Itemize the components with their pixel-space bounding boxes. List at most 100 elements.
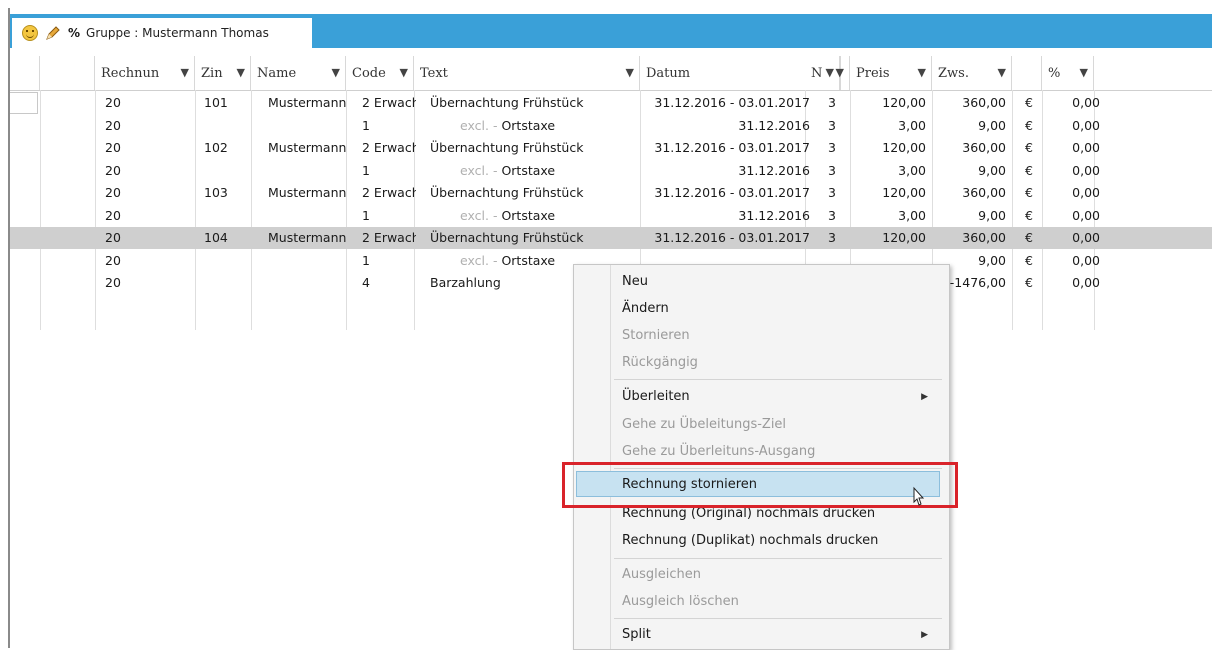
cell-cur: € — [1025, 117, 1033, 133]
smiley-icon — [22, 25, 38, 41]
menu-item-ausgleichen[interactable]: Ausgleichen — [610, 562, 940, 588]
filter-icon[interactable]: ▼ — [626, 66, 634, 79]
menu-item-rueckgaengig[interactable]: Rückgängig — [610, 350, 940, 376]
header-currency — [1012, 56, 1042, 90]
cell-pct: 0,00 — [1072, 162, 1100, 178]
cell-datum: 31.12.2016 — [738, 207, 810, 223]
cell-code: 2 Erwach — [362, 230, 416, 245]
cell-zimmer: 102 — [204, 140, 228, 155]
cell-zimmer — [204, 115, 248, 137]
excl-label: excl. - — [460, 162, 498, 178]
header-rowselector — [10, 56, 40, 90]
header-rechnung[interactable]: Rechnun ▼ — [95, 56, 195, 90]
cell-zws: 9,00 — [978, 207, 1006, 223]
menu-item-rechnung-duplikat[interactable]: Rechnung (Duplikat) nochmals drucken — [610, 528, 940, 554]
tab-percent: % — [68, 26, 81, 40]
pencil-icon — [44, 24, 62, 42]
cell-preis: 3,00 — [898, 117, 926, 133]
filter-icon[interactable]: ▼ — [400, 66, 408, 79]
table-row[interactable]: 20 1 excl. - Ortstaxe 31.12.2016 3 3,00 9,00 €0… — [10, 205, 1212, 227]
cell-code: 1 — [362, 162, 370, 178]
cell-cur: € — [1025, 185, 1033, 200]
table-row[interactable]: 20 1 excl. - Ortstaxe 31.12.2016 3 3,00 9,00 €0… — [10, 115, 1212, 137]
table-row[interactable]: 20 104 Mustermann 2 Erwach Übernachtung Früh… — [10, 227, 1212, 249]
menu-item-ausgleich-loeschen[interactable]: Ausgleich löschen — [610, 589, 940, 615]
cell-text: Übernachtung Frühstück — [430, 185, 584, 200]
filter-icon[interactable]: ▼ — [998, 66, 1006, 79]
cell-datum: 31.12.2016 - 03.01.2017 — [654, 95, 810, 110]
cell-text: Übernachtung Frühstück — [430, 230, 584, 245]
filter-icon[interactable]: ▼ — [332, 66, 340, 79]
table-row[interactable]: 20 101 Mustermann 2 Erwach Übernachtung Früh… — [10, 92, 1212, 114]
cell-preis: 3,00 — [898, 207, 926, 223]
cell-code: 2 Erwach — [362, 95, 416, 110]
tab-gruppe[interactable]: % Gruppe : Mustermann Thomas — [12, 18, 312, 48]
header-percent[interactable]: % ▼ — [1042, 56, 1094, 90]
cell-pct: 0,00 — [1072, 275, 1100, 290]
row-selector[interactable] — [10, 92, 38, 114]
menu-item-ueberleiten[interactable]: Überleiten ▶ — [610, 384, 940, 410]
filter-icon[interactable]: ▼ — [836, 66, 844, 79]
header-zimmer[interactable]: Zin ▼ — [195, 56, 251, 90]
cell-n: 3 — [828, 95, 836, 110]
cell-pct: 0,00 — [1072, 140, 1100, 155]
context-menu: Neu Ändern Stornieren Rückgängig Überlei… — [573, 264, 950, 650]
header-code[interactable]: Code ▼ — [346, 56, 414, 90]
cell-n: 3 — [828, 117, 836, 133]
cell-zimmer — [204, 250, 248, 272]
text-label: Ortstaxe — [501, 162, 556, 178]
cell-datum: 31.12.2016 - 03.01.2017 — [654, 230, 810, 245]
cell-text: excl. - Ortstaxe — [430, 205, 640, 227]
cell-code: 1 — [362, 117, 370, 133]
header-blank — [40, 56, 95, 90]
cell-name — [268, 250, 348, 272]
filter-icon[interactable]: ▼ — [237, 66, 245, 79]
cell-text: excl. - Ortstaxe — [430, 115, 640, 137]
header-text[interactable]: Text ▼ — [414, 56, 640, 90]
cell-rechnung: 20 — [105, 252, 121, 268]
cell-text: excl. - Ortstaxe — [430, 160, 640, 182]
cell-cur: € — [1025, 252, 1033, 268]
menu-item-gehe-ziel[interactable]: Gehe zu Übeleitungs-Ziel — [610, 412, 940, 438]
cell-datum: 31.12.2016 - 03.01.2017 — [654, 185, 810, 200]
menu-item-stornieren[interactable]: Stornieren — [610, 323, 940, 349]
menu-item-aendern[interactable]: Ändern — [610, 296, 940, 322]
table-row[interactable]: 20 1 excl. - Ortstaxe 31.12.2016 3 3,00 9,00 €0… — [10, 160, 1212, 182]
header-zws[interactable]: Zws. ▼ — [932, 56, 1012, 90]
cell-n: 3 — [828, 230, 836, 245]
cell-datum: 31.12.2016 — [738, 162, 810, 178]
cell-name: Mustermann — [268, 185, 347, 200]
cell-zws: 360,00 — [962, 185, 1006, 200]
menu-item-split[interactable]: Split ▶ — [610, 622, 940, 648]
filter-icon[interactable]: ▼ — [181, 66, 189, 79]
cell-rechnung: 20 — [105, 162, 121, 178]
cell-name — [268, 115, 348, 137]
filter-icon[interactable]: ▼ — [918, 66, 926, 79]
cell-zws: 360,00 — [962, 230, 1006, 245]
cell-text: Übernachtung Frühstück — [430, 140, 584, 155]
menu-separator — [614, 558, 942, 559]
text-label: Ortstaxe — [501, 117, 556, 133]
cell-zimmer: 103 — [204, 185, 228, 200]
grid-header: Rechnun ▼ Zin ▼ Name ▼ Code ▼ Text ▼ Datum ▼ N… — [10, 56, 1212, 91]
menu-item-neu[interactable]: Neu — [610, 269, 940, 295]
cell-text: Übernachtung Frühstück — [430, 95, 584, 110]
cell-zws: 360,00 — [962, 95, 1006, 110]
text-label: Ortstaxe — [501, 207, 556, 223]
header-preis[interactable]: Preis ▼ — [850, 56, 932, 90]
header-name[interactable]: Name ▼ — [251, 56, 346, 90]
cell-cur: € — [1025, 275, 1033, 290]
cell-pct: 0,00 — [1072, 185, 1100, 200]
filter-icon[interactable]: ▼ — [1080, 66, 1088, 79]
header-n[interactable]: N ▼ — [805, 56, 850, 90]
cell-preis: 3,00 — [898, 162, 926, 178]
table-row[interactable]: 20 102 Mustermann 2 Erwach Übernachtung Früh… — [10, 137, 1212, 159]
cell-cur: € — [1025, 162, 1033, 178]
cell-preis: 120,00 — [882, 185, 926, 200]
cell-rechnung: 20 — [105, 207, 121, 223]
excl-label: excl. - — [460, 117, 498, 133]
cell-zimmer — [204, 205, 248, 227]
menu-gutter — [574, 265, 611, 649]
table-row[interactable]: 20 103 Mustermann 2 Erwach Übernachtung Früh… — [10, 182, 1212, 204]
cell-n: 3 — [828, 162, 836, 178]
